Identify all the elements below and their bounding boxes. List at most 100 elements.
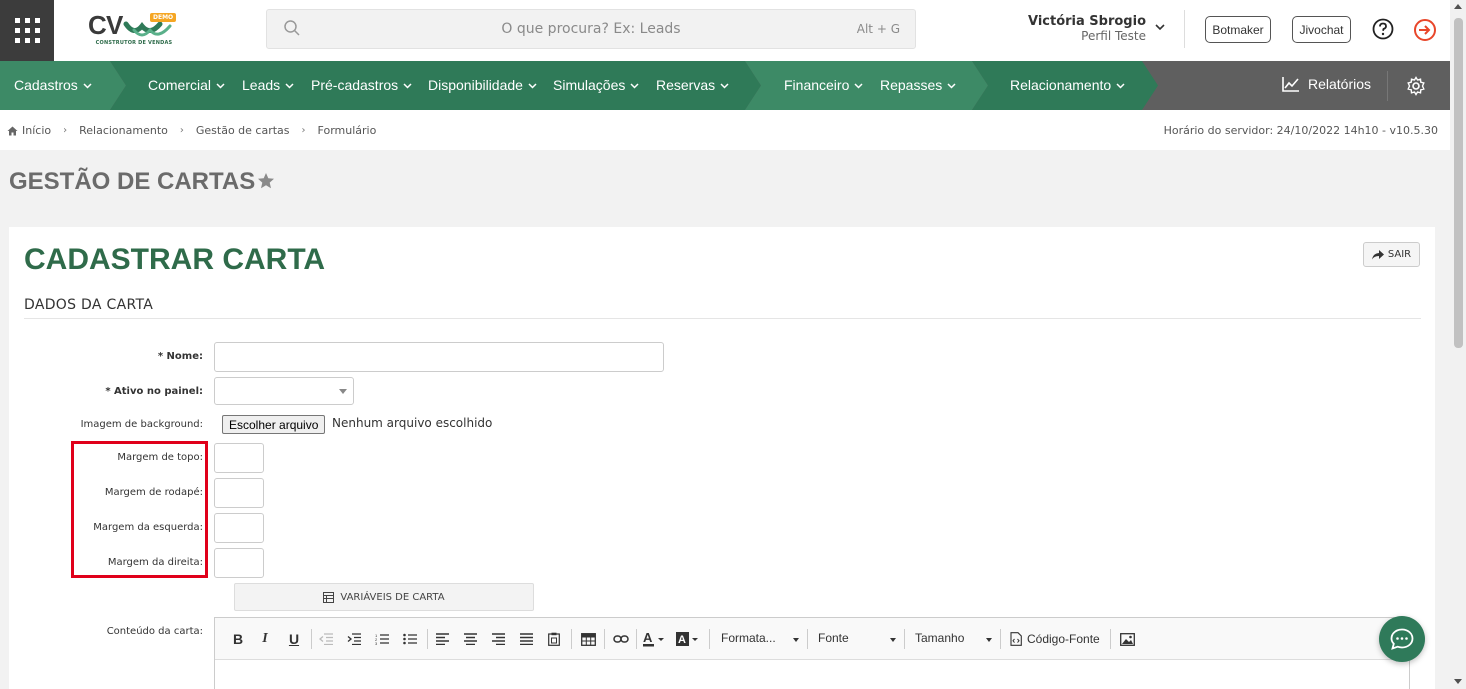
variables-button[interactable]: VARIÁVEIS DE CARTA bbox=[234, 583, 534, 611]
breadcrumb-inicio[interactable]: Início bbox=[22, 124, 51, 137]
outdent-icon[interactable] bbox=[317, 630, 335, 648]
link-icon[interactable] bbox=[611, 630, 631, 648]
toolbar-separator bbox=[604, 629, 605, 649]
reports-label: Relatórios bbox=[1308, 76, 1372, 92]
chevron-down-icon bbox=[216, 82, 225, 89]
nav-divider bbox=[1387, 71, 1388, 101]
nav-leads[interactable]: Leads bbox=[242, 77, 294, 93]
share-arrow-icon bbox=[1371, 249, 1384, 259]
format-dropdown[interactable]: Formata... bbox=[721, 631, 799, 649]
apps-menu-button[interactable] bbox=[0, 0, 54, 61]
indent-icon[interactable] bbox=[345, 630, 363, 648]
insert-table-icon[interactable] bbox=[578, 630, 598, 648]
logo-demo-badge: DEMO bbox=[150, 13, 177, 22]
toolbar-separator bbox=[807, 629, 808, 649]
active-select[interactable] bbox=[214, 377, 354, 405]
rich-text-editor: B I U 123 A A Formata... Fonte Tamanho C… bbox=[214, 617, 1410, 689]
caret-down-icon bbox=[793, 638, 799, 642]
toolbar-separator bbox=[636, 629, 637, 649]
star-icon[interactable] bbox=[257, 172, 275, 190]
main-navigation: Cadastros Comercial Leads Pré-cadastros … bbox=[0, 61, 1450, 110]
underline-icon[interactable]: U bbox=[285, 630, 303, 648]
margin-bottom-label: Margem de rodapé: bbox=[104, 487, 203, 498]
user-name[interactable]: Victória Sbrogio bbox=[1000, 14, 1146, 29]
chevron-down-icon bbox=[1116, 82, 1125, 89]
numbered-list-icon[interactable]: 123 bbox=[373, 630, 391, 648]
exit-button[interactable]: SAIR bbox=[1363, 242, 1420, 267]
scroll-up-arrow-icon[interactable] bbox=[1454, 4, 1462, 9]
toolbar-separator bbox=[1110, 629, 1111, 649]
section-divider bbox=[24, 318, 1421, 319]
reports-link[interactable]: Relatórios bbox=[1282, 76, 1371, 92]
align-left-icon[interactable] bbox=[433, 630, 451, 648]
italic-icon[interactable]: I bbox=[257, 630, 273, 648]
nav-financeiro[interactable]: Financeiro bbox=[784, 77, 863, 93]
breadcrumb-relacionamento[interactable]: Relacionamento bbox=[79, 124, 168, 137]
editor-toolbar: B I U 123 A A Formata... Fonte Tamanho C… bbox=[215, 618, 1409, 660]
breadcrumb-formulario: Formulário bbox=[317, 124, 377, 137]
nav-repasses[interactable]: Repasses bbox=[880, 77, 956, 93]
margin-left-field[interactable] bbox=[214, 513, 264, 543]
breadcrumb-gestao-cartas[interactable]: Gestão de cartas bbox=[196, 124, 290, 137]
nav-pre-cadastros[interactable]: Pré-cadastros bbox=[311, 77, 412, 93]
size-label: Tamanho bbox=[915, 631, 965, 645]
global-search[interactable]: O que procura? Ex: Leads Alt + G bbox=[266, 9, 916, 49]
nav-label: Relacionamento bbox=[1010, 77, 1112, 93]
scroll-thumb[interactable] bbox=[1454, 18, 1463, 348]
nav-label: Reservas bbox=[656, 77, 716, 93]
margin-top-field[interactable] bbox=[214, 443, 264, 473]
font-dropdown[interactable]: Fonte bbox=[818, 631, 896, 649]
nav-label: Leads bbox=[242, 77, 281, 93]
caret-down-icon bbox=[890, 638, 896, 642]
scroll-down-arrow-icon[interactable] bbox=[1454, 679, 1462, 684]
bold-icon[interactable]: B bbox=[229, 630, 247, 648]
toolbar-separator bbox=[427, 629, 428, 649]
content-label: Conteúdo da carta: bbox=[106, 626, 203, 637]
svg-text:A: A bbox=[643, 631, 653, 645]
chat-button[interactable] bbox=[1379, 616, 1425, 662]
page-scrollbar[interactable] bbox=[1450, 0, 1466, 689]
margin-right-field[interactable] bbox=[214, 548, 264, 578]
jivochat-button[interactable]: Jivochat bbox=[1292, 16, 1351, 43]
user-profile: Perfil Teste bbox=[1081, 29, 1146, 43]
text-color-icon[interactable]: A bbox=[641, 630, 667, 648]
toolbar-separator bbox=[571, 629, 572, 649]
nav-reservas[interactable]: Reservas bbox=[656, 77, 729, 93]
header-divider bbox=[1184, 10, 1185, 48]
botmaker-button[interactable]: Botmaker bbox=[1205, 16, 1271, 43]
gear-icon[interactable] bbox=[1406, 76, 1426, 96]
home-icon bbox=[7, 126, 18, 135]
toolbar-separator bbox=[904, 629, 905, 649]
align-center-icon[interactable] bbox=[461, 630, 479, 648]
search-shortcut: Alt + G bbox=[856, 22, 900, 36]
background-color-icon[interactable]: A bbox=[675, 630, 701, 648]
nav-disponibilidade[interactable]: Disponibilidade bbox=[428, 77, 537, 93]
size-dropdown[interactable]: Tamanho bbox=[915, 631, 992, 649]
nav-comercial[interactable]: Comercial bbox=[148, 77, 225, 93]
bullet-list-icon[interactable] bbox=[401, 630, 419, 648]
chat-bubble-icon bbox=[1390, 628, 1414, 650]
svg-text:C: C bbox=[88, 10, 107, 40]
paste-icon[interactable] bbox=[545, 630, 563, 648]
search-placeholder: O que procura? Ex: Leads bbox=[501, 21, 681, 37]
image-icon[interactable] bbox=[1117, 630, 1137, 648]
align-right-icon[interactable] bbox=[489, 630, 507, 648]
chevron-down-icon[interactable] bbox=[1153, 20, 1167, 34]
nav-simulacoes[interactable]: Simulações bbox=[553, 77, 639, 93]
name-field[interactable] bbox=[214, 342, 664, 372]
nav-cadastros[interactable]: Cadastros bbox=[14, 77, 92, 93]
choose-file-button[interactable]: Escolher arquivo bbox=[222, 415, 326, 434]
help-icon[interactable] bbox=[1372, 18, 1394, 40]
chart-line-icon bbox=[1282, 77, 1299, 92]
nav-label: Cadastros bbox=[14, 77, 78, 93]
margin-bottom-field[interactable] bbox=[214, 478, 264, 508]
chevron-down-icon bbox=[854, 82, 863, 89]
top-header: C V DEMO CONSTRUTOR DE VENDAS O que proc… bbox=[0, 0, 1450, 61]
server-time: Horário do servidor: 24/10/2022 14h10 - … bbox=[1163, 124, 1438, 137]
logout-icon[interactable] bbox=[1413, 18, 1437, 42]
nav-label: Comercial bbox=[148, 77, 212, 93]
cv-logo[interactable]: C V DEMO CONSTRUTOR DE VENDAS bbox=[88, 10, 180, 50]
nav-relacionamento[interactable]: Relacionamento bbox=[1010, 77, 1125, 93]
align-justify-icon[interactable] bbox=[517, 630, 535, 648]
source-code-button[interactable]: Código-Fonte bbox=[1010, 630, 1100, 648]
